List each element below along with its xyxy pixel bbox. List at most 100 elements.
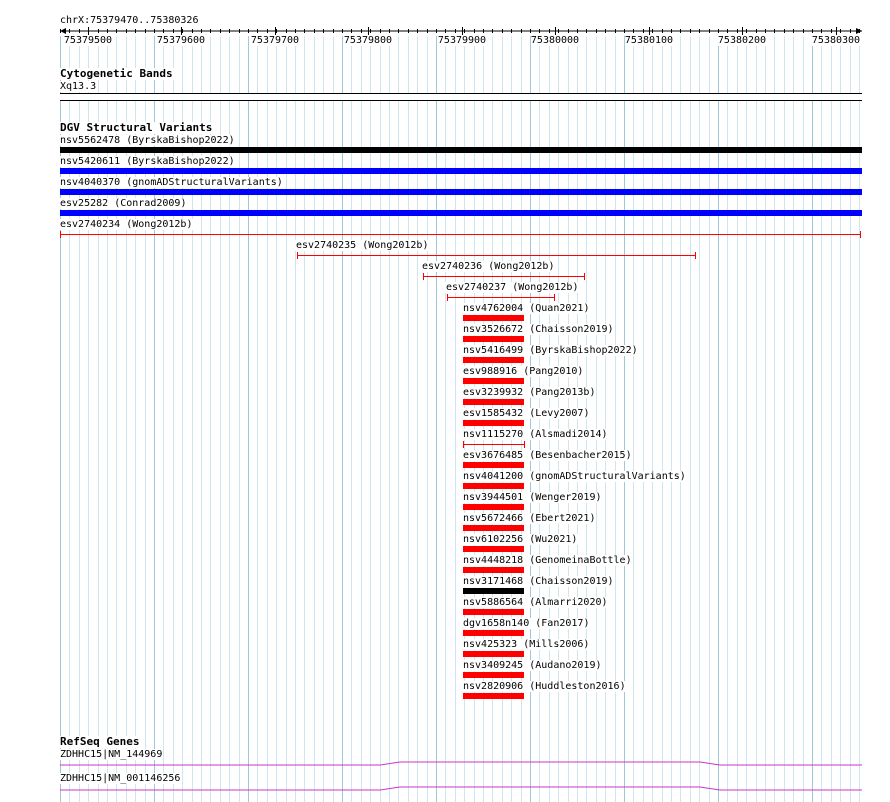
dgv-feature-id[interactable]: nsv5416499 (463, 345, 523, 356)
dgv-feature-bar[interactable] (463, 399, 524, 405)
dgv-feature-id[interactable]: nsv3944501 (463, 492, 523, 503)
dgv-feature-bar[interactable] (463, 378, 524, 384)
dgv-feature-id[interactable]: esv2740235 (296, 240, 356, 251)
dgv-study-close: ) (619, 681, 626, 692)
dgv-feature-bar[interactable] (60, 168, 862, 174)
dgv-feature-label[interactable]: dgv1658n140 (Fan2017) (462, 618, 591, 629)
dgv-feature-bar[interactable] (463, 504, 524, 510)
dgv-feature-id[interactable]: esv2740237 (446, 282, 506, 293)
dgv-feature-bar[interactable] (463, 651, 524, 657)
dgv-feature-bar[interactable] (463, 567, 524, 573)
dgv-study-open: ( (517, 639, 530, 650)
dgv-feature-line[interactable] (463, 440, 526, 448)
dgv-feature-label[interactable]: nsv4448218 (GenomeinaBottle) (462, 555, 633, 566)
dgv-feature-id[interactable]: esv25282 (60, 198, 108, 209)
dgv-feature-bar[interactable] (463, 315, 524, 321)
dgv-feature-label[interactable]: nsv5416499 (ByrskaBishop2022) (462, 345, 639, 356)
cytoband-bar[interactable] (60, 93, 862, 101)
dgv-feature-label[interactable]: nsv5672466 (Ebert2021) (462, 513, 597, 524)
dgv-feature-id[interactable]: nsv2820906 (463, 681, 523, 692)
dgv-feature-id[interactable]: nsv425323 (463, 639, 517, 650)
dgv-feature-label[interactable]: nsv3409245 (Audano2019) (462, 660, 603, 671)
dgv-feature-bar[interactable] (463, 588, 524, 594)
dgv-study-close: ) (548, 261, 555, 272)
dgv-feature-id[interactable]: nsv6102256 (463, 534, 523, 545)
dgv-feature-bar[interactable] (463, 630, 524, 636)
dgv-feature-label[interactable]: nsv425323 (Mills2006) (462, 639, 591, 650)
dgv-feature-bar[interactable] (463, 609, 524, 615)
dgv-feature-label[interactable]: nsv4762004 (Quan2021) (462, 303, 591, 314)
dgv-study-close: ) (595, 660, 602, 671)
dgv-feature-label[interactable]: esv3239932 (Pang2013b) (462, 387, 597, 398)
dgv-feature-id[interactable]: nsv5562478 (60, 135, 120, 146)
dgv-feature-id[interactable]: nsv4448218 (463, 555, 523, 566)
dgv-feature-id[interactable]: dgv1658n140 (463, 618, 529, 629)
dgv-feature-label[interactable]: nsv3526672 (Chaisson2019) (462, 324, 615, 335)
dgv-feature-label[interactable]: esv1585432 (Levy2007) (462, 408, 591, 419)
dgv-feature-label[interactable]: nsv1115270 (Alsmadi2014) (462, 429, 609, 440)
dgv-feature-label[interactable]: esv2740236 (Wong2012b) (421, 261, 556, 272)
dgv-feature-id[interactable]: esv3676485 (463, 450, 523, 461)
dgv-feature-bar[interactable] (463, 693, 524, 699)
dgv-feature-label[interactable]: esv3676485 (Besenbacher2015) (462, 450, 633, 461)
dgv-feature-label[interactable]: nsv3171468 (Chaisson2019) (462, 576, 615, 587)
dgv-study-close: ) (583, 618, 590, 629)
dgv-feature-line[interactable] (447, 293, 556, 301)
dgv-feature-label[interactable]: esv2740235 (Wong2012b) (295, 240, 430, 251)
dgv-feature-id[interactable]: esv988916 (463, 366, 517, 377)
dgv-feature-id[interactable]: nsv1115270 (463, 429, 523, 440)
dgv-feature-line[interactable] (60, 230, 862, 238)
dgv-study-open: ( (523, 387, 536, 398)
gene-label[interactable]: ZDHHC15|NM_144969 (59, 749, 164, 760)
dgv-study-close: ) (276, 177, 283, 188)
dgv-feature-label[interactable]: nsv4040370 (gnomADStructuralVariants) (59, 177, 284, 188)
dgv-feature-bar[interactable] (463, 357, 524, 363)
dgv-feature-bar[interactable] (463, 546, 524, 552)
dgv-feature-id[interactable]: nsv5886564 (463, 597, 523, 608)
dgv-feature-label[interactable]: nsv2820906 (Huddleston2016) (462, 681, 627, 692)
dgv-feature-bar[interactable] (60, 210, 862, 216)
dgv-feature-bar[interactable] (463, 420, 524, 426)
dgv-study-open: ( (523, 324, 536, 335)
dgv-feature-id[interactable]: nsv5420611 (60, 156, 120, 167)
dgv-feature-bar[interactable] (60, 189, 862, 195)
dgv-feature-bar[interactable] (463, 336, 524, 342)
dgv-feature-label[interactable]: nsv3944501 (Wenger2019) (462, 492, 603, 503)
dgv-feature-id[interactable]: esv2740236 (422, 261, 482, 272)
dgv-feature-id[interactable]: esv3239932 (463, 387, 523, 398)
dgv-feature-id[interactable]: nsv5672466 (463, 513, 523, 524)
dgv-feature-label[interactable]: esv2740234 (Wong2012b) (59, 219, 194, 230)
dgv-feature-label[interactable]: nsv5420611 (ByrskaBishop2022) (59, 156, 236, 167)
cytoband-label[interactable]: Xq13.3 (59, 81, 98, 92)
dgv-feature-id[interactable]: nsv3171468 (463, 576, 523, 587)
dgv-feature-id[interactable]: nsv3409245 (463, 660, 523, 671)
dgv-feature-study: ByrskaBishop2022 (132, 156, 229, 167)
dgv-feature-line[interactable] (297, 251, 697, 259)
dgv-feature-id[interactable]: esv1585432 (463, 408, 523, 419)
dgv-feature-bar[interactable] (463, 462, 524, 468)
dgv-feature-label[interactable]: nsv6102256 (Wu2021) (462, 534, 579, 545)
dgv-feature-line[interactable] (423, 272, 586, 280)
dgv-feature-label[interactable]: nsv4041200 (gnomADStructuralVariants) (462, 471, 687, 482)
dgv-feature-id[interactable]: nsv4040370 (60, 177, 120, 188)
dgv-feature-id[interactable]: nsv4041200 (463, 471, 523, 482)
dgv-feature-id[interactable]: esv2740234 (60, 219, 120, 230)
dgv-feature-bar[interactable] (463, 672, 524, 678)
dgv-feature-label[interactable]: nsv5562478 (ByrskaBishop2022) (59, 135, 236, 146)
dgv-feature-bar[interactable] (463, 483, 524, 489)
dgv-feature-label[interactable]: esv25282 (Conrad2009) (59, 198, 188, 209)
ruler-tick-label: 75379600 (156, 35, 206, 46)
dgv-study-close: ) (577, 366, 584, 377)
dgv-feature-id[interactable]: nsv3526672 (463, 324, 523, 335)
dgv-feature-label[interactable]: esv2740237 (Wong2012b) (445, 282, 580, 293)
dgv-feature-label[interactable]: nsv5886564 (Almarri2020) (462, 597, 609, 608)
dgv-study-close: ) (625, 555, 632, 566)
dgv-feature-id[interactable]: nsv4762004 (463, 303, 523, 314)
dgv-feature-study: Wong2012b (518, 282, 573, 293)
ruler-tick-label: 75379500 (63, 35, 113, 46)
dgv-feature-bar[interactable] (463, 525, 524, 531)
dgv-study-close: ) (571, 534, 578, 545)
gene-label[interactable]: ZDHHC15|NM_001146256 (59, 773, 182, 784)
dgv-feature-label[interactable]: esv988916 (Pang2010) (462, 366, 585, 377)
dgv-feature-bar[interactable] (60, 147, 862, 153)
